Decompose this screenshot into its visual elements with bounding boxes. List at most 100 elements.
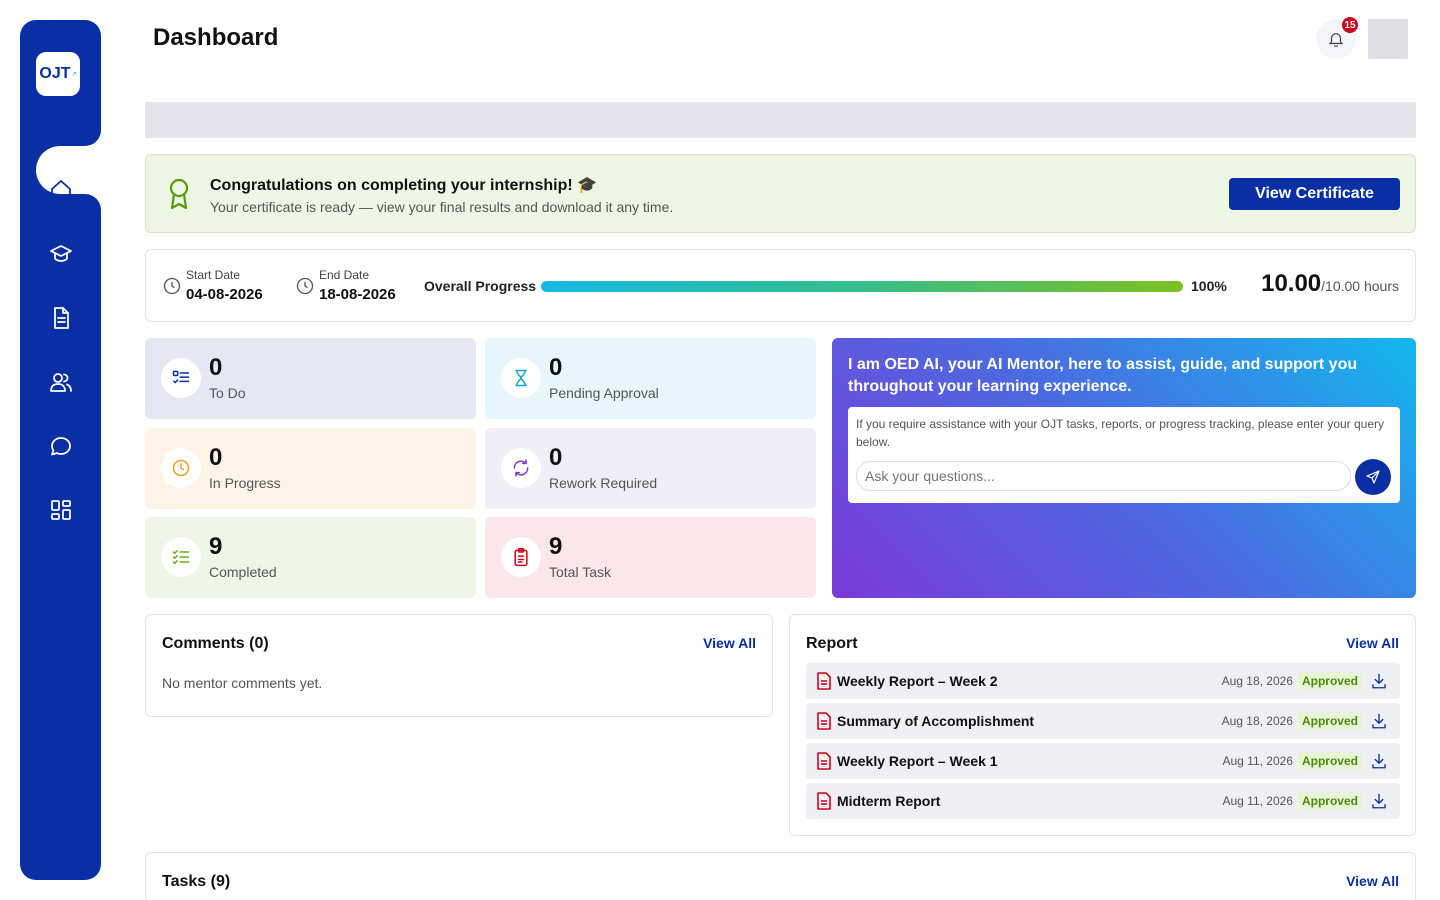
- report-panel: Report View All Weekly Report – Week 2 A…: [789, 614, 1416, 836]
- logo-arrow: ↗: [71, 71, 77, 78]
- tasks-view-all-link[interactable]: View All: [1346, 873, 1399, 889]
- report-title: Report: [806, 635, 858, 652]
- tasks-title: Tasks (9): [162, 873, 231, 890]
- report-name: Weekly Report – Week 2: [837, 673, 998, 689]
- report-date: Aug 18, 2026: [1221, 714, 1293, 728]
- end-date-label: End Date: [319, 268, 370, 282]
- clock-icon: [172, 459, 190, 477]
- stat-label: Total Task: [549, 564, 611, 580]
- stat-label: Completed: [209, 564, 277, 580]
- congrats-banner: Congratulations on completing your inter…: [145, 154, 1416, 233]
- congrats-heading: Congratulations on completing your inter…: [210, 177, 598, 194]
- start-date-label: Start Date: [186, 268, 241, 282]
- report-row[interactable]: Midterm Report Aug 11, 2026 Approved: [806, 783, 1400, 819]
- checklist-icon: [172, 370, 190, 384]
- logo-text: OJT: [39, 65, 71, 82]
- stat-label: Rework Required: [549, 475, 658, 491]
- stat-count: 9: [209, 533, 223, 560]
- overall-progress-label: Overall Progress: [424, 278, 537, 294]
- clock-icon: [163, 277, 181, 294]
- banner-placeholder: [145, 102, 1416, 138]
- report-date: Aug 11, 2026: [1222, 754, 1293, 768]
- avatar[interactable]: [1368, 19, 1408, 59]
- stat-card-pending-approval[interactable]: 0 Pending Approval: [485, 338, 816, 419]
- notification-badge: 15: [1340, 15, 1360, 35]
- users-icon: [49, 373, 72, 392]
- pdf-file-icon: [816, 792, 832, 810]
- grid-icon: [50, 500, 71, 520]
- download-icon[interactable]: [1370, 752, 1388, 770]
- comments-panel: Comments (0) View All No mentor comments…: [145, 614, 773, 717]
- end-date: End Date 18-08-2026: [295, 268, 396, 303]
- app-logo[interactable]: OJT ↗: [36, 52, 80, 96]
- stat-count: 0: [549, 354, 563, 381]
- report-name: Summary of Accomplishment: [837, 713, 1035, 729]
- status-badge: Approved: [1297, 712, 1362, 730]
- stat-count: 0: [209, 444, 223, 471]
- report-name: Weekly Report – Week 1: [837, 753, 998, 769]
- overall-progress-percent: 100%: [1191, 278, 1227, 294]
- report-date: Aug 11, 2026: [1222, 794, 1293, 808]
- sidebar-item-messages[interactable]: [20, 422, 101, 470]
- stat-label: In Progress: [209, 475, 281, 491]
- end-date-value: 18-08-2026: [319, 286, 396, 303]
- hourglass-icon: [515, 369, 527, 387]
- report-row[interactable]: Weekly Report – Week 2 Aug 18, 2026 Appr…: [806, 663, 1400, 699]
- hours-summary: 10.00/10.00 hours: [1261, 270, 1399, 298]
- sidebar: OJT ↗: [20, 20, 101, 880]
- pdf-file-icon: [816, 752, 832, 770]
- tasks-panel: Tasks (9) View All: [145, 852, 1416, 900]
- report-row[interactable]: Summary of Accomplishment Aug 18, 2026 A…: [806, 703, 1400, 739]
- status-badge: Approved: [1297, 792, 1362, 810]
- document-icon: [53, 307, 69, 329]
- stat-count: 9: [549, 533, 563, 560]
- check-list-icon: [172, 550, 190, 564]
- report-view-all-link[interactable]: View All: [1346, 635, 1399, 651]
- status-badge: Approved: [1297, 752, 1362, 770]
- download-icon[interactable]: [1370, 672, 1388, 690]
- view-certificate-button[interactable]: View Certificate: [1229, 178, 1400, 210]
- stat-card-in-progress[interactable]: 0 In Progress: [145, 428, 476, 509]
- report-row[interactable]: Weekly Report – Week 1 Aug 11, 2026 Appr…: [806, 743, 1400, 779]
- download-icon[interactable]: [1370, 792, 1388, 810]
- stat-label: Pending Approval: [549, 385, 659, 401]
- download-icon[interactable]: [1370, 712, 1388, 730]
- sidebar-item-users[interactable]: [20, 358, 101, 406]
- status-badge: Approved: [1297, 672, 1362, 690]
- award-icon: [166, 177, 192, 211]
- stat-card-total-task[interactable]: 9 Total Task: [485, 517, 816, 598]
- stat-icon: [161, 358, 201, 398]
- send-icon: [1366, 470, 1380, 484]
- overall-progress-bar: [541, 281, 1183, 292]
- start-date-value: 04-08-2026: [186, 286, 263, 303]
- chat-icon: [50, 437, 71, 456]
- clipboard-icon: [514, 547, 528, 567]
- stat-count: 0: [549, 444, 563, 471]
- sidebar-item-apps[interactable]: [20, 486, 101, 534]
- ai-send-button[interactable]: [1355, 459, 1391, 495]
- congrats-text: Your certificate is ready — view your fi…: [210, 199, 674, 215]
- home-icon: [50, 180, 71, 200]
- report-name: Midterm Report: [837, 793, 941, 809]
- hours-total: /10.00 hours: [1321, 278, 1399, 294]
- bell-icon: [1328, 33, 1344, 48]
- stat-card-rework-required[interactable]: 0 Rework Required: [485, 428, 816, 509]
- pdf-file-icon: [816, 712, 832, 730]
- stat-card-completed[interactable]: 9 Completed: [145, 517, 476, 598]
- ai-question-input[interactable]: [856, 461, 1351, 491]
- sidebar-item-courses[interactable]: [20, 230, 101, 278]
- stat-label: To Do: [209, 385, 246, 401]
- stat-count: 0: [209, 354, 223, 381]
- ai-query-description: If you require assistance with your OJT …: [856, 417, 1385, 449]
- page-title: Dashboard: [153, 24, 279, 51]
- hours-done: 10.00: [1261, 270, 1322, 297]
- stat-icon: [161, 448, 201, 488]
- start-date: Start Date 04-08-2026: [162, 268, 263, 303]
- graduation-cap-icon: [49, 245, 72, 262]
- stat-icon: [501, 448, 541, 488]
- stat-card-todo[interactable]: 0 To Do: [145, 338, 476, 419]
- sidebar-item-home[interactable]: [40, 166, 81, 214]
- ai-mentor-card: I am OED AI, your AI Mentor, here to ass…: [832, 338, 1416, 598]
- sidebar-item-reports[interactable]: [20, 294, 101, 342]
- comments-view-all-link[interactable]: View All: [703, 635, 756, 651]
